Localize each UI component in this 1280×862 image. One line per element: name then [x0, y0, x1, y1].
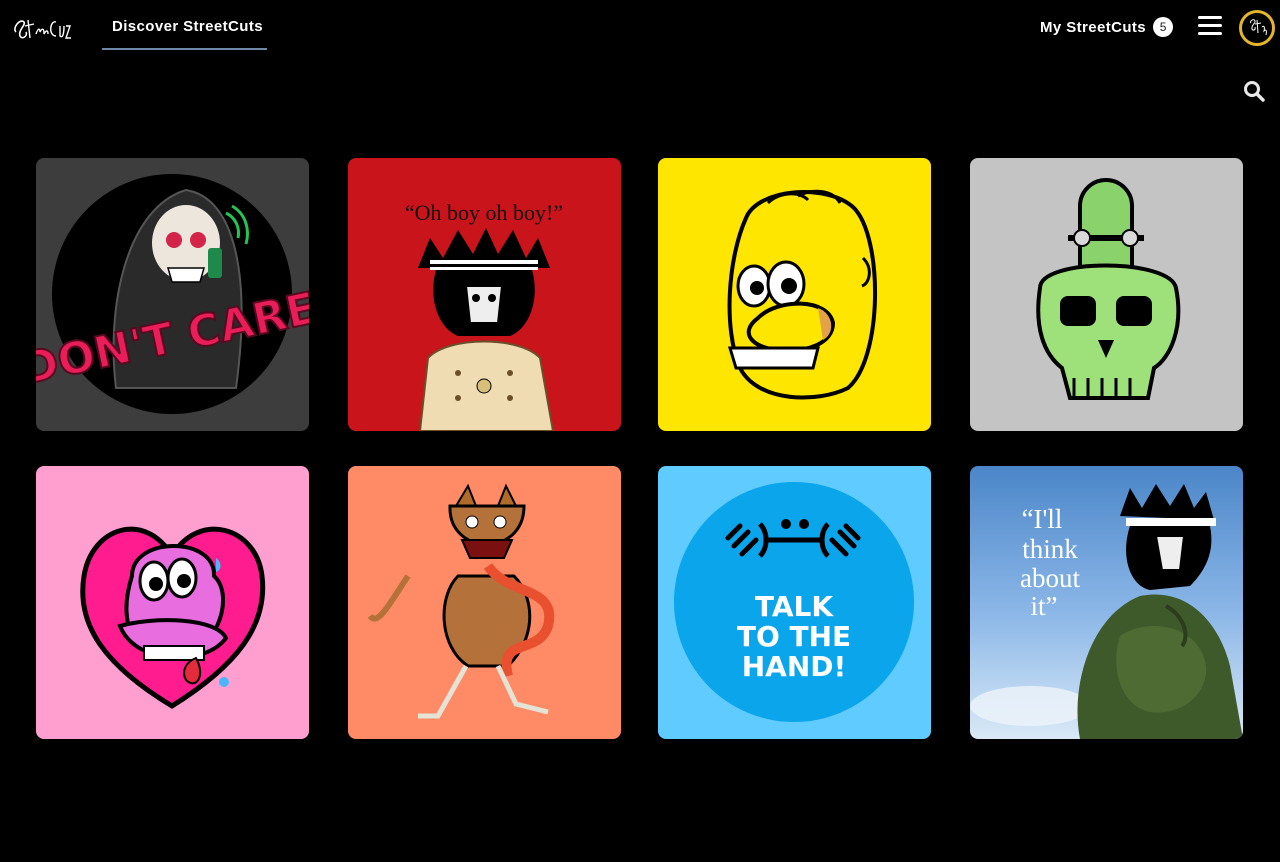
card-talk-to-the-hand[interactable]: TALK TO THE HAND! — [658, 466, 931, 739]
card-oh-boy-text: “Oh boy oh boy!” — [405, 200, 563, 225]
card-think-line3: about — [1020, 563, 1080, 593]
card-dont-care[interactable]: DON'T CARE — [36, 158, 309, 431]
card-think-line1: “I'll — [1022, 504, 1063, 534]
card-ill-think-about-it[interactable]: “I'll think about it” — [970, 466, 1243, 739]
card-talk-line2: TO THE — [737, 620, 851, 653]
card-yellow-face[interactable] — [658, 158, 931, 431]
streetcuts-grid: DON'T CARE “Oh boy oh boy!” TALK TO THE … — [0, 0, 1280, 862]
card-zombie-cat[interactable] — [348, 466, 621, 739]
card-talk-line1: TALK — [755, 590, 834, 623]
card-skull-skateboard[interactable] — [970, 158, 1243, 431]
card-pink-heart[interactable] — [36, 466, 309, 739]
card-think-line4: it” — [1031, 591, 1058, 621]
card-oh-boy[interactable]: “Oh boy oh boy!” — [348, 158, 621, 431]
card-think-line2: think — [1022, 534, 1078, 564]
card-talk-line3: HAND! — [742, 650, 847, 683]
